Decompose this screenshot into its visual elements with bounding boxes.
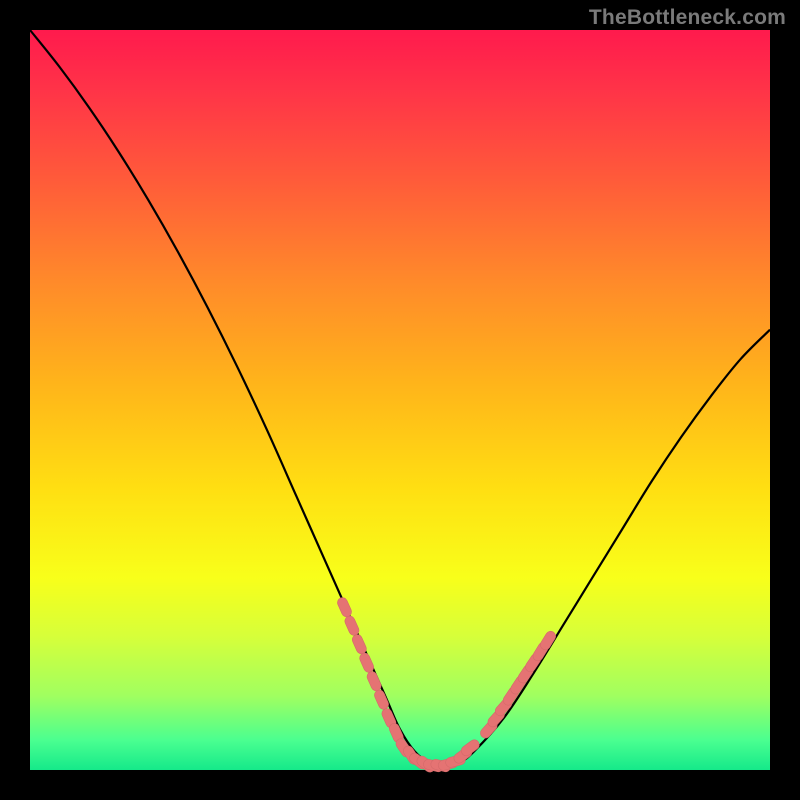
marker-left: [351, 633, 368, 655]
marker-left: [336, 596, 353, 618]
marker-layer: [336, 596, 558, 774]
watermark-text: TheBottleneck.com: [589, 6, 786, 30]
bottleneck-curve: [30, 30, 770, 766]
chart-svg: [30, 30, 770, 770]
plot-area: [30, 30, 770, 770]
marker-left: [365, 670, 382, 692]
chart-frame: TheBottleneck.com: [0, 0, 800, 800]
marker-left: [358, 652, 375, 674]
marker-left: [343, 615, 360, 637]
